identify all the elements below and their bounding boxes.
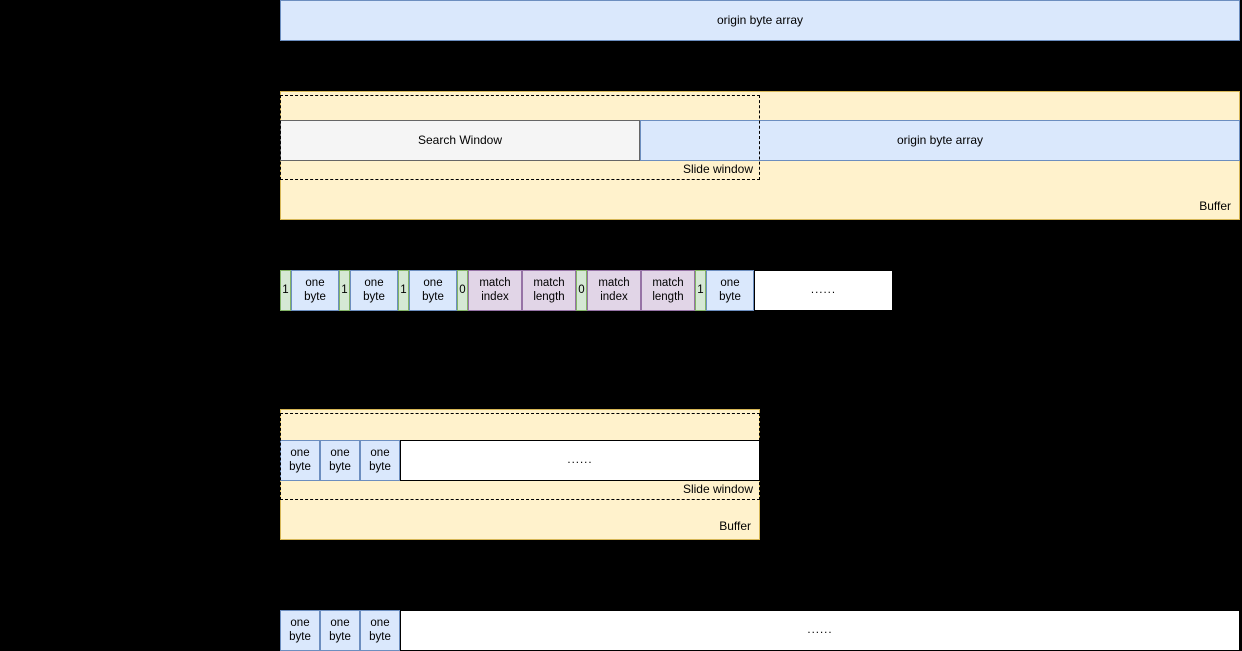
section3-cell-match-10: match index [587, 270, 641, 311]
section3-cell-flag-12: 1 [695, 270, 706, 311]
section2-slide-window-label: Slide window [682, 162, 753, 177]
section3-cell-flag-0: 1 [280, 270, 291, 311]
section1-origin-byte-array: origin byte array [280, 0, 1240, 41]
section3-cell-flag-2: 1 [339, 270, 350, 311]
section3-cell-match-8: match length [522, 270, 576, 311]
section5-byte-cell-1: one byte [320, 610, 360, 651]
section3-cell-byte-1: one byte [291, 270, 339, 311]
section4-buffer-label: Buffer [719, 519, 751, 534]
section2-origin-label: origin byte array [896, 132, 984, 147]
section4-slide-window-label: Slide window [682, 482, 753, 497]
section3-cell-match-11: match length [641, 270, 695, 311]
section3-encoded-stream: 1 one byte 1 one byte 1 one byte 0 match index m… [280, 270, 893, 311]
section5-byte-cell-2: one byte [360, 610, 400, 651]
section2-slide-window-box: Slide window [280, 95, 760, 180]
section3-cell-tail-14: ...... [754, 270, 893, 311]
section5-tail-text: ...... [807, 623, 833, 636]
section3-cell-flag-9: 0 [576, 270, 587, 311]
section3-cell-flag-6: 0 [457, 270, 468, 311]
section1-origin-label: origin byte array [716, 12, 804, 27]
section4-slide-window-box: Slide window [280, 413, 760, 500]
section5-tail-box: ...... [400, 610, 1240, 651]
section2-buffer-label: Buffer [1199, 199, 1231, 214]
section3-cell-flag-4: 1 [398, 270, 409, 311]
section3-cell-match-7: match index [468, 270, 522, 311]
section5-byte-cell-0: one byte [280, 610, 320, 651]
section5-byte-cells: one byte one byte one byte [280, 610, 400, 651]
section3-cell-byte-3: one byte [350, 270, 398, 311]
diagram-canvas: origin byte array Buffer Search Window o… [0, 0, 1242, 651]
section3-cell-byte-5: one byte [409, 270, 457, 311]
section3-cell-byte-13: one byte [706, 270, 754, 311]
